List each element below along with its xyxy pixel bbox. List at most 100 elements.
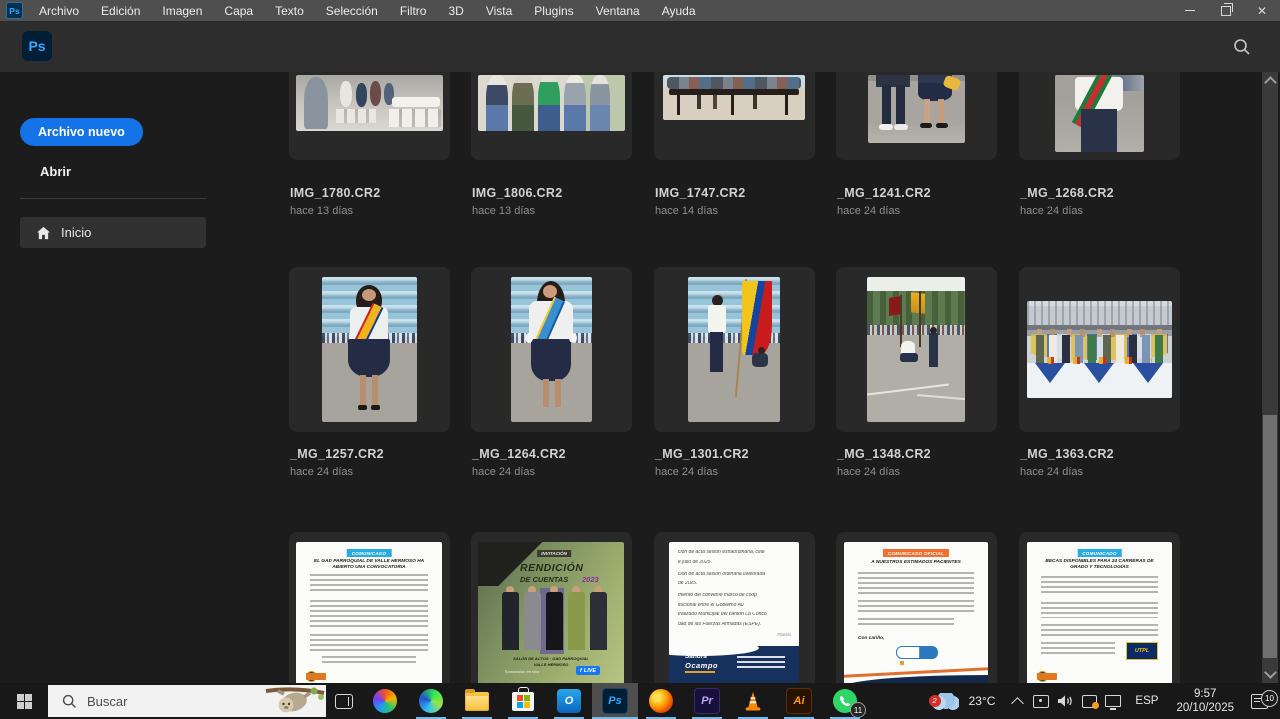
taskbar-illustrator[interactable]: Ai	[776, 683, 822, 719]
thumbnail-image	[1027, 301, 1172, 398]
close-button[interactable]: ✕	[1244, 0, 1280, 21]
minimize-icon	[1185, 10, 1195, 12]
card-surface: INVITACIÓN RENDICIÓN DE CUENTAS 2023 SAL…	[471, 532, 632, 683]
taskbar-premiere[interactable]: Pr	[684, 683, 730, 719]
card-surface	[654, 72, 815, 160]
network-button[interactable]	[1101, 683, 1125, 719]
chevron-up-icon	[1011, 697, 1024, 710]
system-tray: 2 23°C ESP 9:57 20/10/2025 10	[927, 683, 1280, 719]
firefox-icon	[649, 689, 673, 713]
card-surface	[289, 72, 450, 160]
taskbar-vlc[interactable]	[730, 683, 776, 719]
menu-imagen[interactable]: Imagen	[151, 0, 213, 22]
taskbar-copilot[interactable]	[362, 683, 408, 719]
menu-vista[interactable]: Vista	[475, 0, 523, 22]
menu-bar: Ps Archivo Edición Imagen Capa Texto Sel…	[0, 0, 1280, 22]
file-name: _MG_1257.CR2	[290, 447, 384, 461]
card-surface	[1019, 72, 1180, 160]
file-name: IMG_1806.CR2	[472, 186, 562, 200]
restore-button[interactable]	[1208, 0, 1244, 21]
edge-icon	[419, 689, 443, 713]
whatsapp-badge: 11	[850, 702, 866, 718]
scrollbar-thumb[interactable]	[1263, 415, 1277, 658]
sync-status-button[interactable]	[1077, 683, 1101, 719]
file-age: hace 24 días	[290, 466, 353, 478]
menu-plugins[interactable]: Plugins	[523, 0, 584, 22]
file-age: hace 24 días	[1020, 205, 1083, 217]
premiere-icon: Pr	[694, 688, 720, 714]
date-label: 20/10/2025	[1176, 701, 1234, 715]
home-body: Archivo nuevo Abrir Inicio IMG_1780.CR2 …	[0, 72, 1280, 683]
task-view-button[interactable]	[326, 683, 362, 719]
menu-capa[interactable]: Capa	[213, 0, 264, 22]
menu-ventana[interactable]: Ventana	[585, 0, 651, 22]
menu-seleccion[interactable]: Selección	[315, 0, 389, 22]
open-button[interactable]: Abrir	[40, 164, 71, 179]
card-surface: COMUNICADO EL GAD PARROQUIAL DE VALLE HE…	[289, 532, 450, 683]
temperature-label[interactable]: 23°C	[963, 694, 1006, 708]
weather-button[interactable]: 2	[927, 683, 963, 719]
menu-edicion[interactable]: Edición	[90, 0, 151, 22]
volume-button[interactable]	[1053, 683, 1077, 719]
menu-texto[interactable]: Texto	[264, 0, 315, 22]
photoshop-logo: Ps	[22, 31, 52, 61]
clinic-logo	[896, 646, 938, 659]
taskbar-whatsapp[interactable]: 11	[822, 683, 868, 719]
microsoft-store-icon	[512, 692, 534, 711]
file-age: hace 14 días	[655, 205, 718, 217]
weather-cloud-icon: 2	[931, 693, 959, 710]
thumbnail-document: COMUNICADO EL GAD PARROQUIAL DE VALLE HE…	[296, 542, 442, 683]
file-name: _MG_1363.CR2	[1020, 447, 1114, 461]
start-button[interactable]	[0, 683, 48, 719]
minimize-button[interactable]	[1172, 0, 1208, 21]
file-name: IMG_1780.CR2	[290, 186, 380, 200]
weather-badge: 2	[929, 695, 941, 707]
new-file-button[interactable]: Archivo nuevo	[20, 118, 143, 146]
menu-filtro[interactable]: Filtro	[389, 0, 438, 22]
sidebar-item-inicio[interactable]: Inicio	[20, 217, 206, 248]
photoshop-icon: Ps	[602, 688, 628, 714]
thumbnail-image	[296, 75, 443, 131]
search-button[interactable]	[1230, 35, 1254, 59]
menu-archivo[interactable]: Archivo	[28, 0, 90, 22]
menu-ayuda[interactable]: Ayuda	[651, 0, 707, 22]
file-age: hace 24 días	[1020, 466, 1083, 478]
home-icon	[36, 226, 51, 240]
vertical-scrollbar[interactable]	[1262, 72, 1278, 683]
signature-last: Ocampo	[685, 661, 718, 670]
tray-expand-button[interactable]	[1005, 683, 1029, 719]
cast-button[interactable]	[1029, 683, 1053, 719]
file-explorer-icon	[465, 692, 489, 711]
file-name: _MG_1268.CR2	[1020, 186, 1114, 200]
menu-3d[interactable]: 3D	[437, 0, 474, 22]
notification-center-button[interactable]: 10	[1242, 694, 1276, 709]
keyboard-language[interactable]: ESP	[1125, 695, 1168, 707]
taskbar-file-explorer[interactable]	[454, 683, 500, 719]
scroll-up-icon[interactable]	[1264, 76, 1277, 89]
search-icon	[1232, 37, 1252, 57]
taskbar-edge[interactable]	[408, 683, 454, 719]
taskbar-outlook[interactable]: O	[546, 683, 592, 719]
taskbar-firefox[interactable]	[638, 683, 684, 719]
thumbnail-document: ción de acta sesión extraordinaria, cele…	[669, 542, 799, 683]
notification-badge: 10	[1261, 690, 1278, 707]
scroll-down-icon[interactable]	[1264, 666, 1277, 679]
poster-live-line: Transmisión en vivo	[504, 669, 539, 674]
thumbnail-poster: INVITACIÓN RENDICIÓN DE CUENTAS 2023 SAL…	[478, 542, 624, 683]
thumbnail-image	[1055, 75, 1144, 152]
card-surface	[471, 267, 632, 432]
taskbar-photoshop[interactable]: Ps	[592, 683, 638, 719]
outlook-icon: O	[557, 689, 581, 713]
file-age: hace 13 días	[290, 205, 353, 217]
file-name: _MG_1241.CR2	[837, 186, 931, 200]
clock[interactable]: 9:57 20/10/2025	[1168, 687, 1242, 716]
taskbar-store[interactable]	[500, 683, 546, 719]
card-surface	[471, 72, 632, 160]
file-age: hace 13 días	[472, 205, 535, 217]
recent-files-grid: IMG_1780.CR2 hace 13 días IMG_1806.CR2 h…	[227, 72, 1262, 683]
alert-dot	[1092, 702, 1099, 709]
card-surface: ción de acta sesión extraordinaria, cele…	[654, 532, 815, 683]
windows-taskbar: Buscar O Ps Pr Ai	[0, 683, 1280, 719]
taskbar-search-box[interactable]: Buscar	[48, 685, 326, 717]
network-icon	[1105, 695, 1121, 707]
